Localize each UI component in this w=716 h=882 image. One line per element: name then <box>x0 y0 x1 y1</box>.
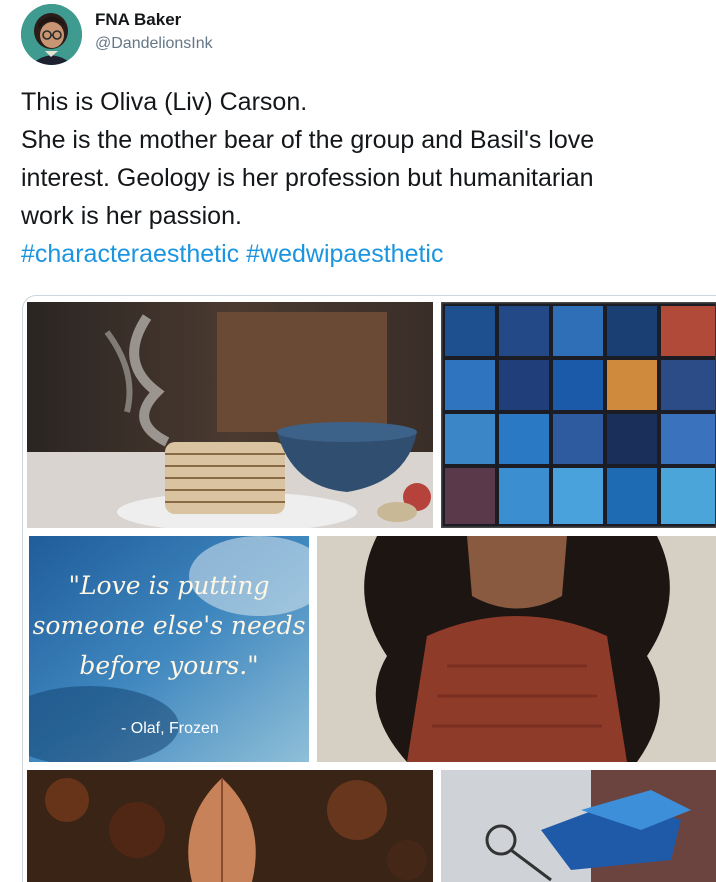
avatar[interactable] <box>21 4 82 65</box>
tweet-line: interest. Geology is her profession but … <box>21 164 594 192</box>
tweet-line: work is her passion. <box>21 202 242 230</box>
quote-attribution: - Olaf, Frozen <box>121 720 219 737</box>
hashtag-link[interactable]: #characteraesthetic <box>21 240 239 268</box>
tweet-text: This is Oliva (Liv) Carson. She is the m… <box>21 83 701 273</box>
crystals-photo[interactable] <box>441 770 716 882</box>
hashtag-line: #characteraesthetic #wedwipaesthetic <box>21 235 701 273</box>
tweet-line: This is Oliva (Liv) Carson. <box>21 88 308 116</box>
quote-line: "Love is putting <box>68 571 270 600</box>
pigments-photo[interactable] <box>441 302 716 528</box>
hashtag-link[interactable]: #wedwipaesthetic <box>246 240 443 268</box>
pancakes-photo[interactable] <box>27 302 433 528</box>
autumn-leaf-photo[interactable] <box>27 770 433 882</box>
portrait-photo[interactable] <box>317 536 716 762</box>
quote-line: someone else's needs <box>32 611 306 640</box>
display-name[interactable]: FNA Baker <box>95 10 181 30</box>
user-handle[interactable]: @DandelionsInk <box>95 35 213 53</box>
media-collage: "Love is putting someone else's needs be… <box>22 295 716 882</box>
quote-card[interactable]: "Love is putting someone else's needs be… <box>29 536 309 762</box>
tweet-line: She is the mother bear of the group and … <box>21 126 595 154</box>
quote-text: "Love is putting someone else's needs be… <box>29 566 309 686</box>
quote-line: before yours." <box>79 651 259 680</box>
